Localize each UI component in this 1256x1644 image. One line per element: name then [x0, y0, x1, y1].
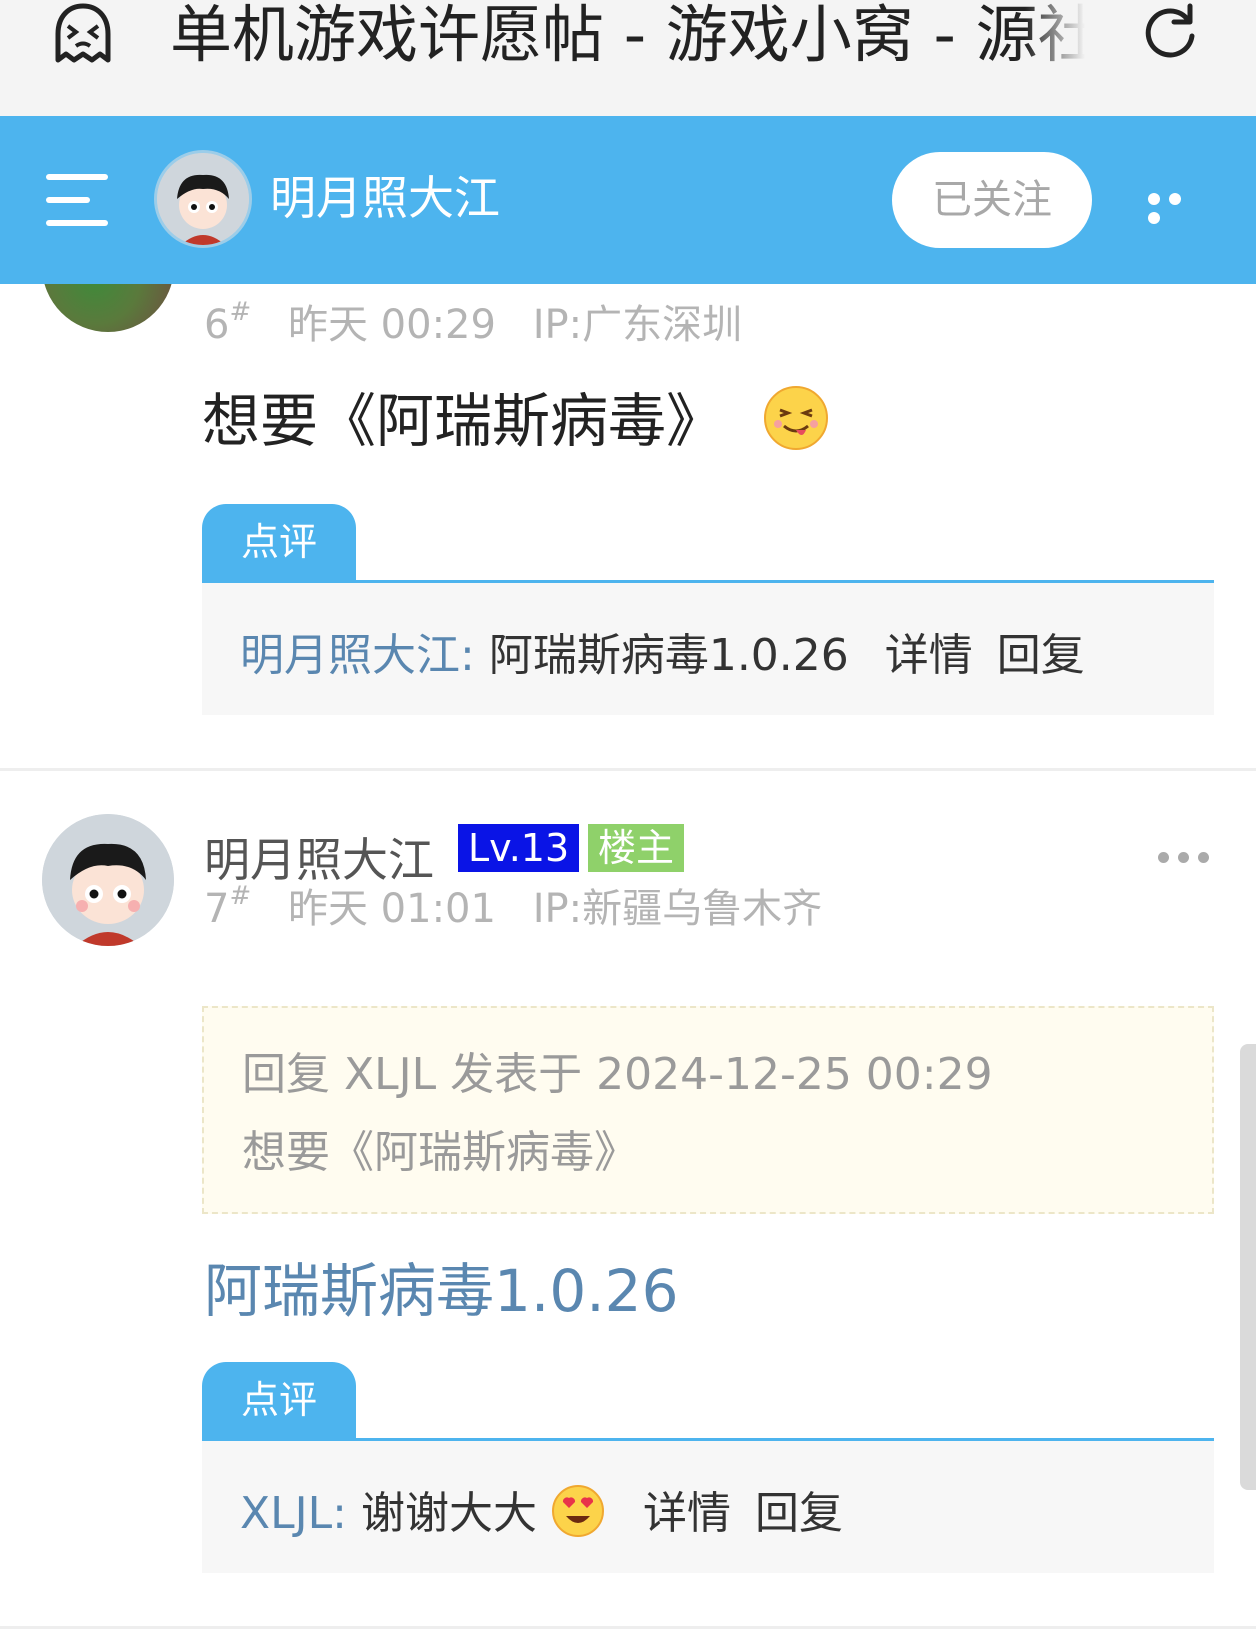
- review-row: 明月照大江: 阿瑞斯病毒1.0.26 详情 回复: [240, 619, 1085, 683]
- header-username: 明月照大江: [270, 171, 500, 225]
- follow-button[interactable]: 已关注: [892, 152, 1092, 248]
- heart-eyes-icon: [551, 1484, 605, 1549]
- host-badge: 楼主: [588, 824, 685, 872]
- review-box: XLJL: 谢谢大大 详情 回复: [202, 1441, 1214, 1573]
- post-meta: 6# 昨天 00:29 IP:广东深圳: [204, 292, 742, 350]
- detail-link[interactable]: 详情: [643, 1488, 731, 1539]
- level-badge: Lv.13: [458, 824, 580, 872]
- post-ip: IP:新疆乌鲁木齐: [532, 886, 823, 932]
- refresh-icon[interactable]: [1138, 2, 1200, 64]
- review-box: 明月照大江: 阿瑞斯病毒1.0.26 详情 回复: [202, 583, 1214, 715]
- review-text: 谢谢大大: [360, 1488, 537, 1539]
- review-username[interactable]: XLJL:: [240, 1488, 347, 1539]
- avatar[interactable]: [42, 814, 174, 946]
- post-more-icon[interactable]: [1158, 848, 1218, 864]
- post-body: 想要《阿瑞斯病毒》: [202, 374, 830, 466]
- floor-number: 7: [204, 886, 230, 932]
- quote-header: 回复 XLJL 发表于 2024-12-25 00:29: [242, 1049, 993, 1100]
- post-ip: IP:广东深圳: [532, 302, 743, 348]
- menu-icon[interactable]: [46, 174, 108, 226]
- reply-link[interactable]: 回复: [755, 1488, 843, 1539]
- review-tab[interactable]: 点评: [202, 504, 356, 582]
- review-row: XLJL: 谢谢大大 详情 回复: [240, 1477, 843, 1549]
- quote-text: 想要《阿瑞斯病毒》: [242, 1127, 638, 1178]
- post-meta: 7# 昨天 01:01 IP:新疆乌鲁木齐: [204, 876, 822, 934]
- reply-link[interactable]: 回复: [997, 630, 1085, 681]
- app-header: 明月照大江 已关注: [0, 116, 1256, 284]
- drooling-face-icon: [762, 384, 830, 466]
- floor-number: 6: [204, 302, 230, 348]
- floor-mark: #: [229, 297, 252, 327]
- post-divider: [0, 768, 1256, 771]
- scrollbar[interactable]: [1240, 1044, 1256, 1490]
- post-link[interactable]: 阿瑞斯病毒1.0.26: [204, 1244, 678, 1328]
- post-text: 想要《阿瑞斯病毒》: [202, 387, 725, 455]
- detail-link[interactable]: 详情: [885, 630, 973, 681]
- title-fade: [1025, 0, 1085, 70]
- browser-page-title: 单机游戏许愿帖 - 游戏小窝 - 源社: [170, 0, 1085, 70]
- post-list[interactable]: 6# 昨天 00:29 IP:广东深圳 想要《阿瑞斯病毒》 点评 明月照大江: …: [0, 284, 1256, 1644]
- quote-box: 回复 XLJL 发表于 2024-12-25 00:29 想要《阿瑞斯病毒》: [202, 1006, 1214, 1214]
- more-options-icon[interactable]: [1148, 190, 1208, 224]
- browser-title-text: 单机游戏许愿帖 - 游戏小窝 - 源社: [170, 0, 1085, 70]
- ghost-icon[interactable]: [50, 0, 116, 66]
- review-text: 阿瑞斯病毒1.0.26: [488, 630, 849, 681]
- post-divider: [0, 1626, 1256, 1629]
- browser-bar: 单机游戏许愿帖 - 游戏小窝 - 源社: [0, 0, 1256, 116]
- avatar[interactable]: [154, 150, 252, 248]
- post-time: 昨天 01:01: [287, 886, 496, 932]
- avatar[interactable]: [42, 284, 174, 332]
- post-time: 昨天 00:29: [287, 302, 496, 348]
- review-username[interactable]: 明月照大江:: [240, 630, 475, 681]
- floor-mark: #: [229, 881, 252, 911]
- review-tab[interactable]: 点评: [202, 1362, 356, 1440]
